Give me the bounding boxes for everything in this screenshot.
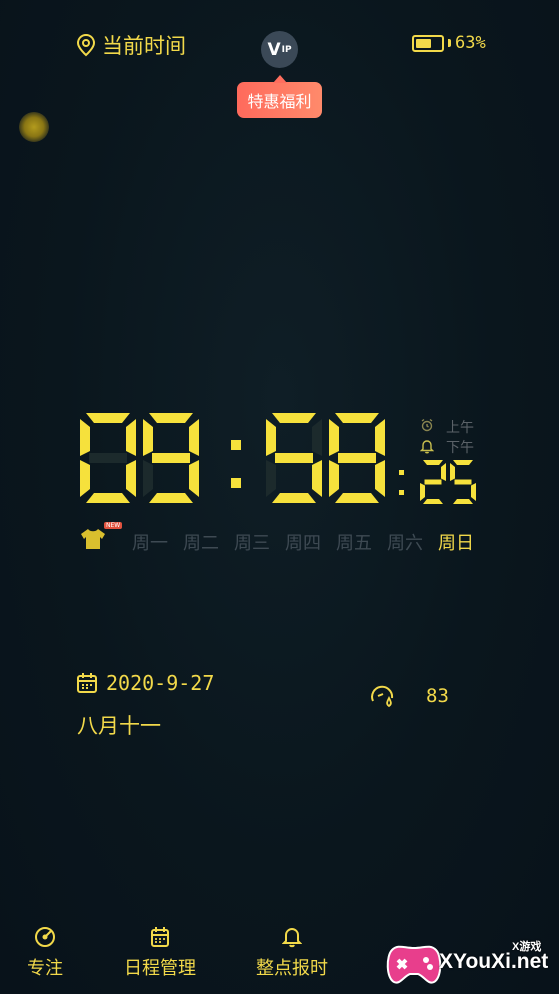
- calendar-icon: [77, 673, 97, 693]
- segment-b: [189, 419, 199, 456]
- minute-digit-1: [266, 413, 322, 503]
- vip-sub: IP: [281, 44, 292, 55]
- segment-e: [80, 460, 90, 497]
- site-watermark: X游戏 XYouXi.net: [384, 934, 559, 994]
- am-label: 上午: [446, 420, 474, 436]
- seconds-colon-dot: [399, 490, 404, 495]
- weekday-1: 周一: [132, 532, 168, 554]
- shirt-icon: [81, 529, 105, 549]
- segment-c: [189, 460, 199, 497]
- weekday-list: 周一 周二 周三 周四 周五 周六 周日: [132, 529, 489, 555]
- segment-d: [335, 493, 379, 503]
- lunar-date: 八月十一: [77, 714, 161, 738]
- segment-e: [266, 460, 276, 497]
- segment-f: [80, 419, 90, 456]
- nav-item-focus[interactable]: 专注: [27, 926, 63, 980]
- clock-colon-dot: [231, 440, 241, 450]
- alarm-clock-icon[interactable]: [420, 418, 434, 432]
- location-label: 当前时间: [102, 34, 186, 58]
- segment-b: [312, 419, 322, 456]
- battery-tip: [448, 39, 451, 47]
- date-text: 2020-9-27: [106, 671, 215, 695]
- date-display[interactable]: 2020-9-27: [76, 671, 214, 695]
- weekday-row: NEW 周一 周二 周三 周四 周五 周六 周日: [80, 522, 489, 555]
- weekday-7: 周日: [438, 532, 474, 554]
- second-digit-2: [450, 460, 476, 504]
- segment-b: [126, 419, 136, 456]
- segment-e: [329, 460, 339, 497]
- weekday-4: 周四: [285, 532, 321, 554]
- segment-d: [423, 499, 443, 504]
- segment-a: [86, 413, 130, 423]
- nav-item-schedule[interactable]: 日程管理: [124, 926, 196, 980]
- segment-c: [126, 460, 136, 497]
- target-icon: [35, 927, 55, 947]
- location-pin-icon: [76, 33, 96, 57]
- nav-label-focus: 专注: [27, 958, 63, 979]
- floating-assist-button[interactable]: [19, 112, 49, 142]
- nav-item-chime[interactable]: 整点报时: [256, 926, 328, 980]
- weekday-3: 周三: [234, 532, 270, 554]
- segment-d: [453, 499, 473, 504]
- vip-letter: V: [267, 39, 281, 60]
- aqi-value: 83: [426, 685, 449, 707]
- segment-f: [143, 419, 153, 456]
- segment-d: [86, 493, 130, 503]
- seconds-colon-dot: [399, 470, 404, 475]
- segment-e: [143, 460, 153, 497]
- outfit-button[interactable]: NEW: [80, 522, 132, 555]
- vip-button[interactable]: V IP: [261, 31, 298, 68]
- watermark-text: XYouXi.net: [439, 950, 549, 973]
- battery-percent: 63%: [455, 33, 486, 53]
- hour-digit-1: [80, 413, 136, 503]
- digital-clock: [80, 413, 476, 504]
- air-quality-icon[interactable]: [370, 683, 396, 709]
- segment-g: [89, 453, 127, 463]
- segment-f: [266, 419, 276, 456]
- minute-digit-2: [329, 413, 385, 503]
- segment-a: [272, 413, 316, 423]
- segment-c: [471, 483, 476, 501]
- am-pm-indicator: 上午 下午: [446, 418, 474, 458]
- segment-f: [450, 463, 455, 481]
- promo-tooltip[interactable]: 特惠福利: [237, 75, 322, 118]
- segment-g: [454, 479, 472, 485]
- battery-indicator: 63%: [412, 33, 486, 53]
- nav-label-chime: 整点报时: [256, 958, 328, 979]
- segment-a: [453, 460, 473, 465]
- segment-d: [272, 493, 316, 503]
- segment-c: [312, 460, 322, 497]
- alarm-icons: [420, 418, 434, 454]
- weekday-6: 周六: [387, 532, 423, 554]
- segment-a: [423, 460, 443, 465]
- pm-label: 下午: [446, 440, 474, 456]
- nav-label-schedule: 日程管理: [124, 958, 196, 979]
- segment-e: [420, 483, 425, 501]
- calendar-icon: [151, 927, 169, 947]
- bell-small-icon[interactable]: [420, 438, 434, 454]
- new-badge: NEW: [104, 522, 123, 529]
- segment-f: [329, 419, 339, 456]
- second-digit-1: [420, 460, 446, 504]
- segment-b: [375, 419, 385, 456]
- clock-colon-dot: [231, 478, 241, 488]
- gamepad-logo-icon: [386, 945, 442, 984]
- segment-g: [152, 453, 190, 463]
- location-header[interactable]: 当前时间: [76, 30, 186, 60]
- segment-a: [149, 413, 193, 423]
- battery-fill: [416, 38, 432, 48]
- battery-icon: [412, 34, 444, 52]
- hour-digit-2: [143, 413, 199, 503]
- segment-c: [375, 460, 385, 497]
- segment-g: [275, 453, 313, 463]
- weekday-5: 周五: [336, 532, 372, 554]
- segment-g: [338, 453, 376, 463]
- weekday-2: 周二: [183, 532, 219, 554]
- segment-a: [335, 413, 379, 423]
- segment-d: [149, 493, 193, 503]
- bell-icon: [282, 927, 302, 948]
- segment-b: [441, 463, 446, 481]
- promo-label: 特惠福利: [247, 92, 312, 111]
- segment-g: [424, 479, 442, 485]
